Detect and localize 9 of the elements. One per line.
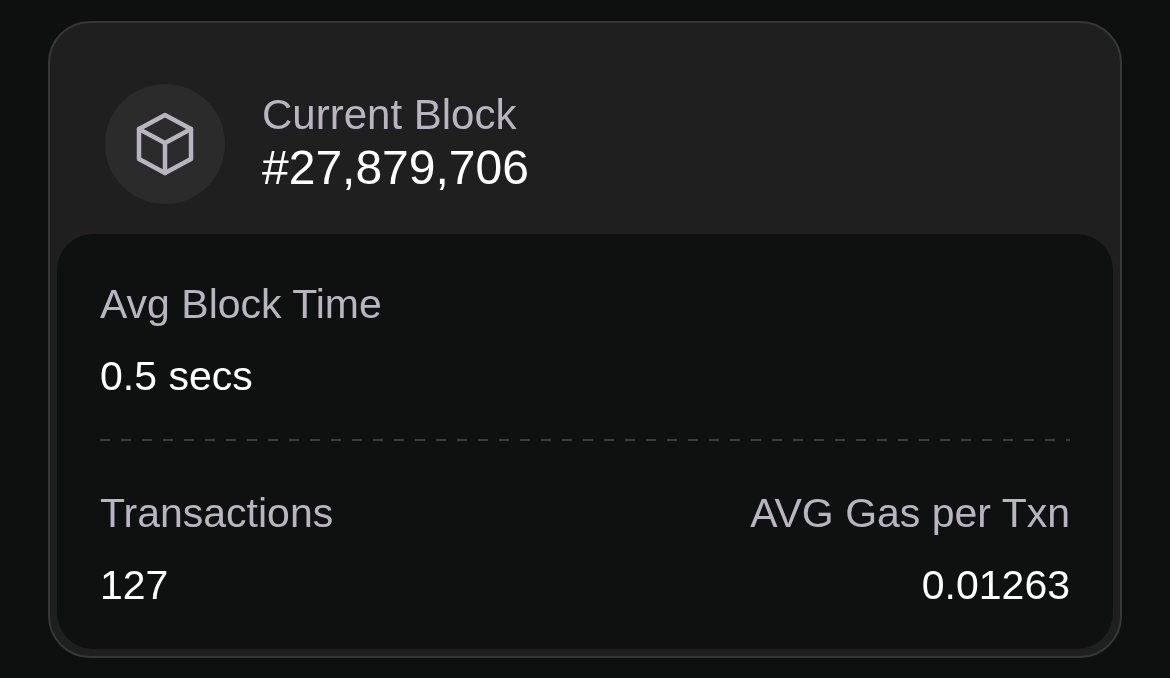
stat-label: Avg Block Time (100, 280, 382, 329)
stat-label: Transactions (100, 489, 334, 538)
stat-value: 127 (100, 561, 169, 610)
block-label: Current Block (262, 91, 518, 140)
stat-label: AVG Gas per Txn (750, 489, 1070, 538)
stat-value: 0.5 secs (100, 352, 253, 401)
block-number: #27,879,706 (262, 140, 529, 197)
cube-icon (105, 84, 225, 204)
stat-value: 0.01263 (921, 561, 1070, 610)
